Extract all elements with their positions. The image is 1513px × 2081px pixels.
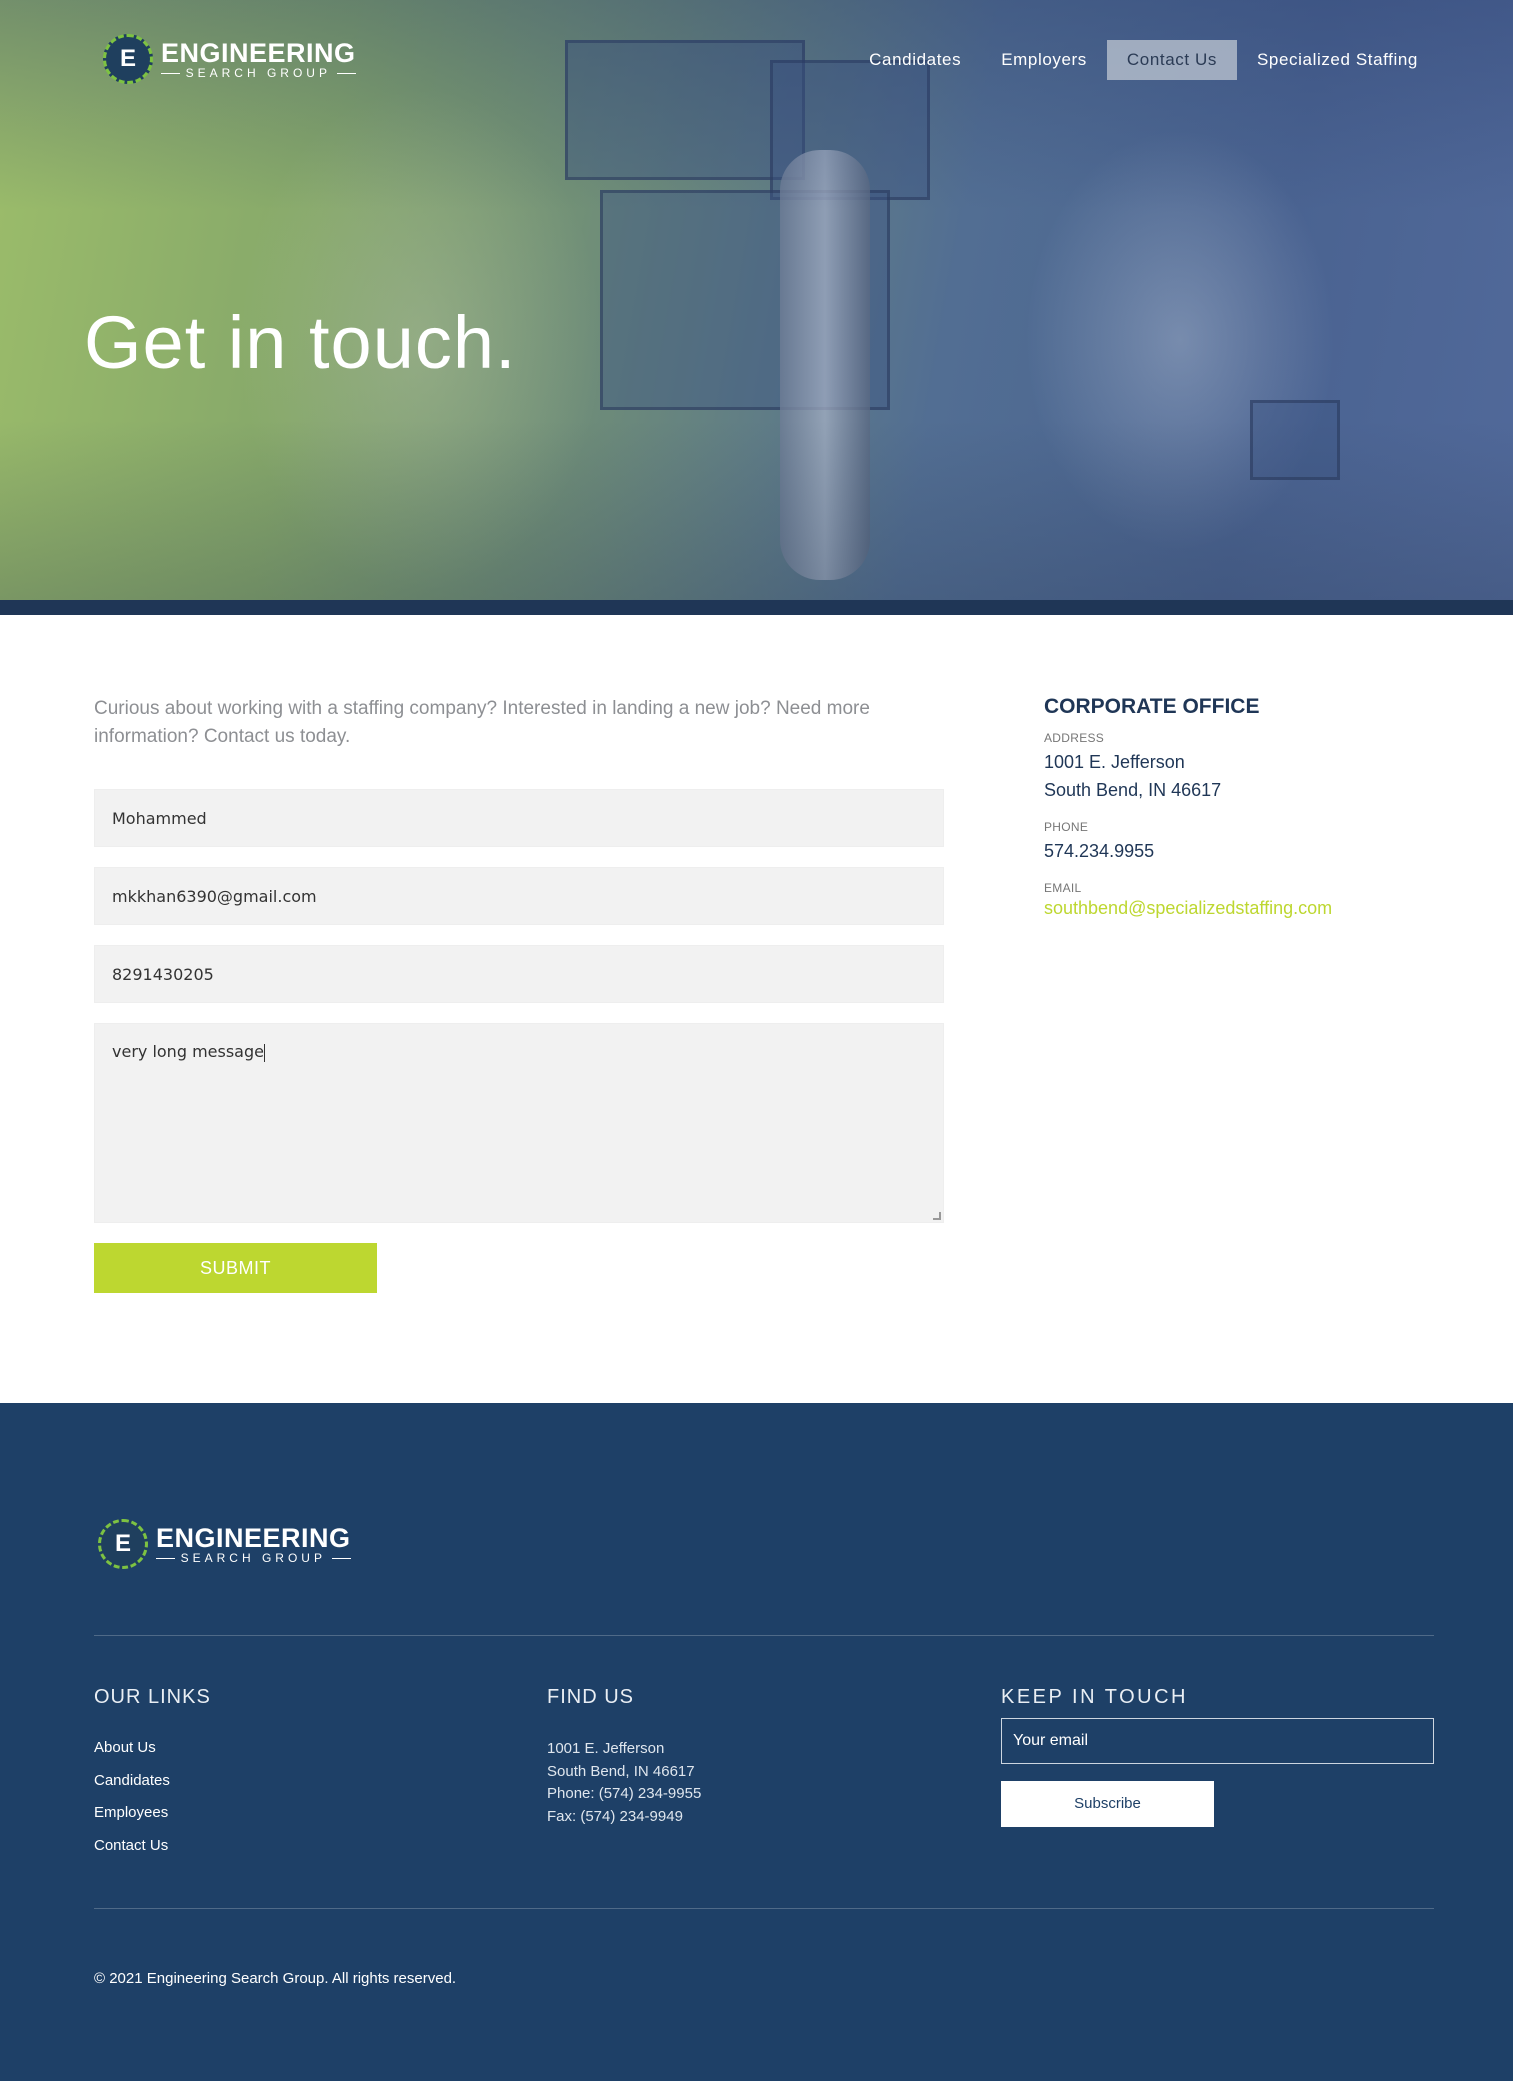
nav-specialized-staffing[interactable]: Specialized Staffing xyxy=(1237,40,1438,80)
find-fax: Fax: (574) 234-9949 xyxy=(547,1807,683,1825)
contact-intro: Curious about working with a staffing co… xyxy=(94,698,870,747)
main-nav: Candidates Employers Contact Us Speciali… xyxy=(849,40,1438,80)
logo-badge-icon: E xyxy=(98,1519,148,1569)
address-line2: South Bend, IN 46617 xyxy=(1044,780,1222,800)
find-phone: Phone: (574) 234-9955 xyxy=(547,1785,702,1802)
logo-badge-icon: E xyxy=(103,34,153,84)
phone-field[interactable]: 8291430205 xyxy=(94,945,944,1003)
nav-contact-us[interactable]: Contact Us xyxy=(1106,40,1237,80)
find-address-line1: 1001 E. Jefferson xyxy=(547,1740,665,1757)
footer-divider xyxy=(94,1635,1434,1636)
site-footer: E ENGINEERING SEARCH GROUP OUR LINKS Abo… xyxy=(0,1403,1513,2081)
nav-candidates[interactable]: Candidates xyxy=(849,40,981,80)
logo-tagline: SEARCH GROUP xyxy=(185,65,331,80)
find-us-heading: FIND US xyxy=(547,1686,634,1708)
footer-link-employees[interactable]: Employees xyxy=(94,1803,170,1836)
corporate-office: CORPORATE OFFICE ADDRESS 1001 E. Jeffers… xyxy=(1044,695,1464,919)
site-logo[interactable]: E ENGINEERING SEARCH GROUP xyxy=(103,34,356,84)
nav-employers[interactable]: Employers xyxy=(981,40,1107,80)
footer-links: About Us Candidates Employees Contact Us xyxy=(94,1738,170,1868)
logo-wordmark: ENGINEERING xyxy=(156,1522,351,1553)
links-heading: OUR LINKS xyxy=(94,1686,211,1708)
newsletter-email-input[interactable]: Your email xyxy=(1001,1718,1434,1764)
footer-divider xyxy=(94,1908,1434,1909)
logo-wordmark: ENGINEERING xyxy=(161,37,356,68)
footer-logo[interactable]: E ENGINEERING SEARCH GROUP xyxy=(98,1519,351,1569)
footer-link-about[interactable]: About Us xyxy=(94,1738,170,1771)
message-textarea[interactable]: very long message xyxy=(94,1023,944,1223)
logo-tagline: SEARCH GROUP xyxy=(180,1550,326,1565)
phone-label: PHONE xyxy=(1044,820,1089,834)
copyright: © 2021 Engineering Search Group. All rig… xyxy=(94,1970,457,1987)
subscribe-button[interactable]: Subscribe xyxy=(1001,1781,1214,1827)
find-us-details: 1001 E. Jefferson South Bend, IN 46617 P… xyxy=(547,1738,701,1828)
address-label: ADDRESS xyxy=(1044,731,1105,745)
keep-in-touch-heading: KEEP IN TOUCH xyxy=(1001,1686,1188,1708)
page-title: Get in touch. xyxy=(84,301,517,384)
hero-banner: E ENGINEERING SEARCH GROUP Candidates Em… xyxy=(0,0,1513,600)
address-line1: 1001 E. Jefferson xyxy=(1044,752,1185,772)
email-field[interactable]: mkkhan6390@gmail.com xyxy=(94,867,944,925)
text-caret xyxy=(263,1043,265,1062)
office-title: CORPORATE OFFICE xyxy=(1044,695,1260,718)
find-address-line2: South Bend, IN 46617 xyxy=(547,1762,695,1780)
office-phone[interactable]: 574.234.9955 xyxy=(1044,837,1464,865)
name-field[interactable]: Mohammed xyxy=(94,789,944,847)
footer-link-contact[interactable]: Contact Us xyxy=(94,1836,170,1869)
office-email-link[interactable]: southbend@specializedstaffing.com xyxy=(1044,898,1464,919)
email-label: EMAIL xyxy=(1044,881,1082,895)
hero-divider xyxy=(0,600,1513,615)
submit-button[interactable]: SUBMIT xyxy=(94,1243,377,1293)
footer-link-candidates[interactable]: Candidates xyxy=(94,1771,170,1804)
resize-handle-icon[interactable] xyxy=(933,1212,941,1220)
